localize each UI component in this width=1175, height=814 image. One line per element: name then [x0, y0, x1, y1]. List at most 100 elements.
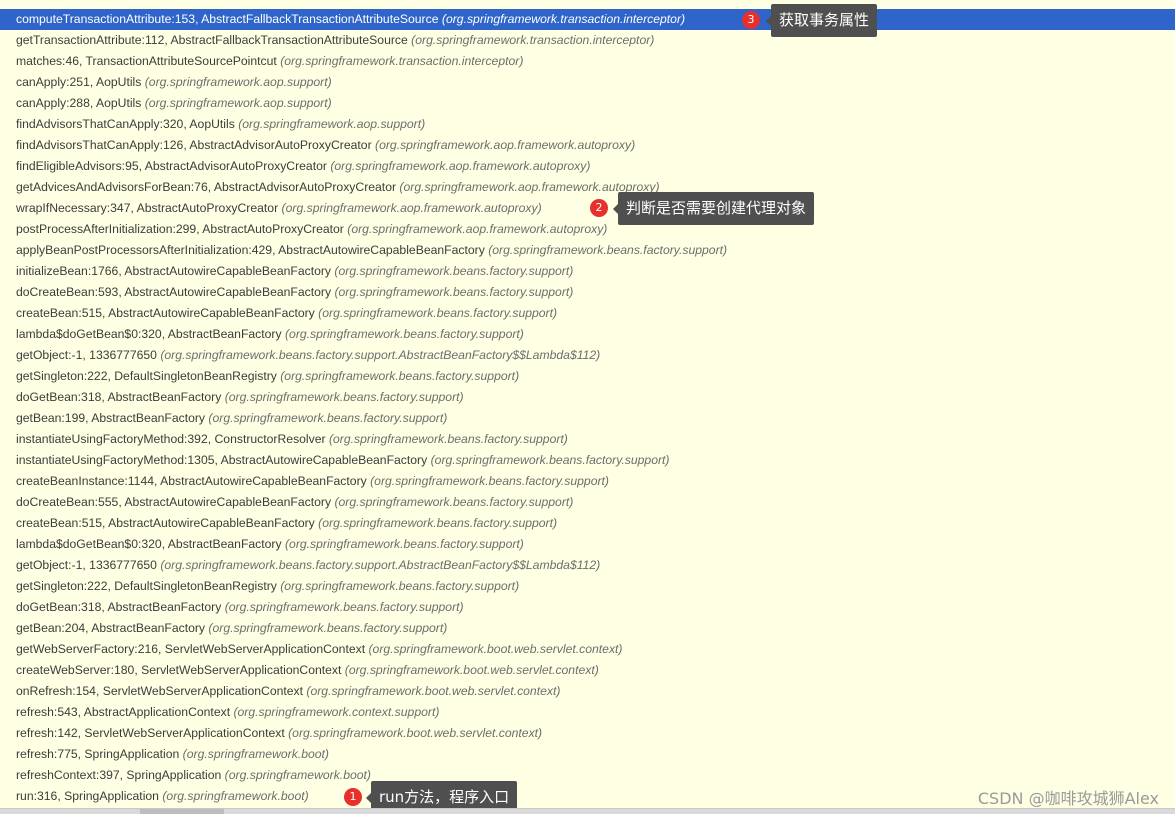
- frame-package: (org.springframework.aop.framework.autop…: [347, 222, 608, 236]
- frame-method: run:316, SpringApplication: [16, 789, 159, 803]
- stack-frame-row[interactable]: instantiateUsingFactoryMethod:1305, Abst…: [0, 450, 1175, 471]
- frame-package: (org.springframework.transaction.interce…: [441, 12, 686, 26]
- frame-method: refreshContext:397, SpringApplication: [16, 768, 222, 782]
- stack-frame-row[interactable]: getWebServerFactory:216, ServletWebServe…: [0, 639, 1175, 660]
- frame-package: (org.springframework.beans.factory.suppo…: [284, 537, 524, 551]
- frame-method: applyBeanPostProcessorsAfterInitializati…: [16, 243, 485, 257]
- frame-method: doGetBean:318, AbstractBeanFactory: [16, 600, 222, 614]
- frame-method: doCreateBean:593, AbstractAutowireCapabl…: [16, 285, 332, 299]
- frame-method: doCreateBean:555, AbstractAutowireCapabl…: [16, 495, 332, 509]
- stack-frame-row[interactable]: findEligibleAdvisors:95, AbstractAdvisor…: [0, 156, 1175, 177]
- frame-package: (org.springframework.context.support): [233, 705, 440, 719]
- frame-method: wrapIfNecessary:347, AbstractAutoProxyCr…: [16, 201, 279, 215]
- frame-method: initializeBean:1766, AbstractAutowireCap…: [16, 264, 332, 278]
- frame-method: refresh:142, ServletWebServerApplication…: [16, 726, 285, 740]
- frame-package: (org.springframework.beans.factory.suppo…: [488, 243, 728, 257]
- frame-method: getSingleton:222, DefaultSingletonBeanRe…: [16, 579, 277, 593]
- frame-package: (org.springframework.aop.framework.autop…: [375, 138, 636, 152]
- frame-method: refresh:775, SpringApplication: [16, 747, 180, 761]
- frame-method: lambda$doGetBean$0:320, AbstractBeanFact…: [16, 537, 282, 551]
- stack-frame-row[interactable]: createBeanInstance:1144, AbstractAutowir…: [0, 471, 1175, 492]
- frame-package: (org.springframework.boot.web.servlet.co…: [344, 663, 599, 677]
- stack-frame-row[interactable]: doGetBean:318, AbstractBeanFactory (org.…: [0, 387, 1175, 408]
- frame-method: getWebServerFactory:216, ServletWebServe…: [16, 642, 366, 656]
- stack-frame-row[interactable]: createBean:515, AbstractAutowireCapableB…: [0, 303, 1175, 324]
- frame-package: (org.springframework.transaction.interce…: [280, 54, 524, 68]
- stack-frame-row[interactable]: getSingleton:222, DefaultSingletonBeanRe…: [0, 366, 1175, 387]
- stack-frame-row[interactable]: getObject:-1, 1336777650 (org.springfram…: [0, 555, 1175, 576]
- stack-frame-row[interactable]: doCreateBean:555, AbstractAutowireCapabl…: [0, 492, 1175, 513]
- stack-frame-row[interactable]: getBean:199, AbstractBeanFactory (org.sp…: [0, 408, 1175, 429]
- annotation-2-badge: 2: [590, 199, 608, 217]
- frame-package: (org.springframework.aop.support): [144, 75, 332, 89]
- frame-method: getObject:-1, 1336777650: [16, 558, 157, 572]
- frame-method: computeTransactionAttribute:153, Abstrac…: [16, 12, 439, 26]
- frame-package: (org.springframework.boot.web.servlet.co…: [368, 642, 623, 656]
- frame-package: (org.springframework.transaction.interce…: [411, 33, 655, 47]
- frame-package: (org.springframework.boot): [182, 747, 329, 761]
- stack-frame-row[interactable]: getTransactionAttribute:112, AbstractFal…: [0, 30, 1175, 51]
- frame-method: createWebServer:180, ServletWebServerApp…: [16, 663, 342, 677]
- stack-frame-row[interactable]: onRefresh:154, ServletWebServerApplicati…: [0, 681, 1175, 702]
- frame-method: findAdvisorsThatCanApply:320, AopUtils: [16, 117, 235, 131]
- frame-package: (org.springframework.beans.factory.suppo…: [334, 285, 574, 299]
- frame-method: findAdvisorsThatCanApply:126, AbstractAd…: [16, 138, 372, 152]
- frame-method: canApply:251, AopUtils: [16, 75, 142, 89]
- stack-frame-row[interactable]: createBean:515, AbstractAutowireCapableB…: [0, 513, 1175, 534]
- stack-frame-row[interactable]: getObject:-1, 1336777650 (org.springfram…: [0, 345, 1175, 366]
- frame-method: canApply:288, AopUtils: [16, 96, 142, 110]
- frame-method: instantiateUsingFactoryMethod:1305, Abst…: [16, 453, 428, 467]
- annotation-1-badge: 1: [344, 788, 362, 806]
- frame-package: (org.springframework.beans.factory.suppo…: [328, 432, 568, 446]
- frame-package: (org.springframework.beans.factory.suppo…: [280, 369, 520, 383]
- frame-method: getTransactionAttribute:112, AbstractFal…: [16, 33, 408, 47]
- debugger-frames-panel: computeTransactionAttribute:153, Abstrac…: [0, 0, 1175, 814]
- stack-frame-row[interactable]: postProcessAfterInitialization:299, Abst…: [0, 219, 1175, 240]
- stack-frame-row[interactable]: doGetBean:318, AbstractBeanFactory (org.…: [0, 597, 1175, 618]
- stack-frame-row[interactable]: lambda$doGetBean$0:320, AbstractBeanFact…: [0, 534, 1175, 555]
- stack-frame-row[interactable]: canApply:251, AopUtils (org.springframew…: [0, 72, 1175, 93]
- frame-method: onRefresh:154, ServletWebServerApplicati…: [16, 684, 304, 698]
- stack-frame-row[interactable]: getAdvicesAndAdvisorsForBean:76, Abstrac…: [0, 177, 1175, 198]
- stack-frame-row[interactable]: refresh:142, ServletWebServerApplication…: [0, 723, 1175, 744]
- frame-package: (org.springframework.beans.factory.suppo…: [280, 579, 520, 593]
- frame-package: (org.springframework.beans.factory.suppo…: [208, 411, 448, 425]
- frame-package: (org.springframework.beans.factory.suppo…: [318, 516, 558, 530]
- frame-package: (org.springframework.beans.factory.suppo…: [284, 327, 524, 341]
- csdn-watermark: CSDN @咖啡攻城狮Alex: [977, 789, 1159, 808]
- stack-frame-row[interactable]: matches:46, TransactionAttributeSourcePo…: [0, 51, 1175, 72]
- stack-frame-row[interactable]: wrapIfNecessary:347, AbstractAutoProxyCr…: [0, 198, 1175, 219]
- frame-package: (org.springframework.beans.factory.suppo…: [430, 453, 670, 467]
- stack-frame-row[interactable]: refreshContext:397, SpringApplication (o…: [0, 765, 1175, 786]
- frame-package: (org.springframework.beans.factory.suppo…: [370, 474, 609, 488]
- frame-method: createBeanInstance:1144, AbstractAutowir…: [16, 474, 367, 488]
- frame-package: (org.springframework.beans.factory.suppo…: [224, 600, 464, 614]
- stack-frame-row[interactable]: instantiateUsingFactoryMethod:392, Const…: [0, 429, 1175, 450]
- frame-method: getObject:-1, 1336777650: [16, 348, 157, 362]
- stack-frame-row[interactable]: initializeBean:1766, AbstractAutowireCap…: [0, 261, 1175, 282]
- frame-package: (org.springframework.boot): [162, 789, 309, 803]
- frame-method: doGetBean:318, AbstractBeanFactory: [16, 390, 222, 404]
- stack-frame-row[interactable]: refresh:543, AbstractApplicationContext …: [0, 702, 1175, 723]
- stack-frame-row[interactable]: findAdvisorsThatCanApply:126, AbstractAd…: [0, 135, 1175, 156]
- frame-package: (org.springframework.aop.support): [238, 117, 426, 131]
- annotation-2-callout: 判断是否需要创建代理对象: [612, 192, 815, 225]
- frame-method: createBean:515, AbstractAutowireCapableB…: [16, 306, 315, 320]
- frame-package: (org.springframework.aop.framework.autop…: [281, 201, 542, 215]
- frame-method: lambda$doGetBean$0:320, AbstractBeanFact…: [16, 327, 282, 341]
- frame-method: getAdvicesAndAdvisorsForBean:76, Abstrac…: [16, 180, 397, 194]
- frame-method: findEligibleAdvisors:95, AbstractAdvisor…: [16, 159, 327, 173]
- stack-frame-row[interactable]: refresh:775, SpringApplication (org.spri…: [0, 744, 1175, 765]
- stack-frame-row[interactable]: canApply:288, AopUtils (org.springframew…: [0, 93, 1175, 114]
- stack-frame-row[interactable]: getBean:204, AbstractBeanFactory (org.sp…: [0, 618, 1175, 639]
- stack-frame-row[interactable]: lambda$doGetBean$0:320, AbstractBeanFact…: [0, 324, 1175, 345]
- stack-frame-row[interactable]: applyBeanPostProcessorsAfterInitializati…: [0, 240, 1175, 261]
- stack-frame-row[interactable]: doCreateBean:593, AbstractAutowireCapabl…: [0, 282, 1175, 303]
- bottom-tab-active[interactable]: [140, 809, 224, 814]
- frame-package: (org.springframework.beans.factory.suppo…: [160, 348, 601, 362]
- frame-package: (org.springframework.aop.framework.autop…: [330, 159, 591, 173]
- stack-frame-row[interactable]: createWebServer:180, ServletWebServerApp…: [0, 660, 1175, 681]
- stack-frame-row[interactable]: findAdvisorsThatCanApply:320, AopUtils (…: [0, 114, 1175, 135]
- stack-frame-row[interactable]: computeTransactionAttribute:153, Abstrac…: [0, 9, 1175, 30]
- stack-frame-row[interactable]: getSingleton:222, DefaultSingletonBeanRe…: [0, 576, 1175, 597]
